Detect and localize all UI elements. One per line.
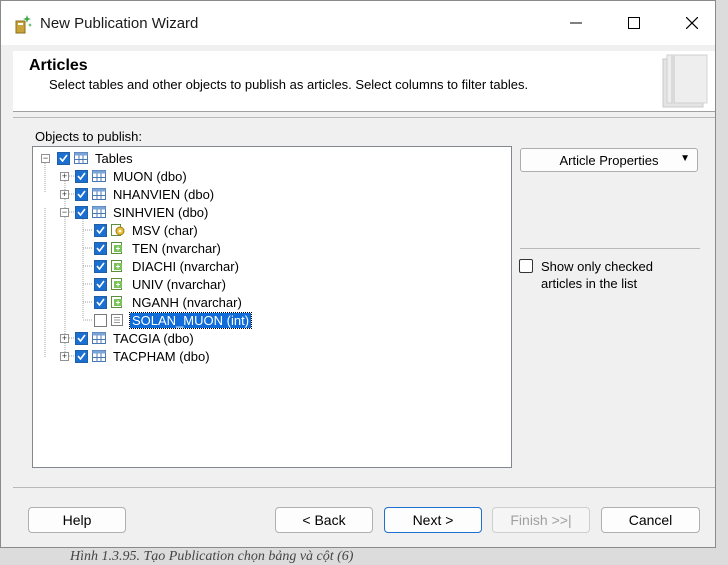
- checkmark-icon: [96, 244, 105, 252]
- tree-node-label-selected: SOLAN_MUON (int): [128, 311, 253, 329]
- table-icon: [92, 332, 106, 344]
- column-icon: [111, 242, 122, 254]
- table-icon: [74, 152, 88, 164]
- tree-node-muon[interactable]: MUON (dbo): [75, 167, 189, 185]
- tables-checkbox[interactable]: [57, 151, 70, 165]
- checkmark-icon: [77, 334, 86, 342]
- show-only-checked-option[interactable]: Show only checked articles in the list: [519, 258, 681, 292]
- tree-node-label: UNIV (nvarchar): [132, 276, 226, 292]
- tree-node-col-univ[interactable]: UNIV (nvarchar): [94, 275, 228, 293]
- checkmark-icon: [59, 154, 68, 162]
- table-icon: [92, 188, 106, 200]
- page-title: Articles: [29, 57, 88, 74]
- column-icon: [111, 296, 122, 308]
- tree-node-sinhvien[interactable]: SINHVIEN (dbo): [75, 203, 210, 221]
- tree-node-label: TEN (nvarchar): [132, 240, 221, 256]
- checkmark-icon: [77, 190, 86, 198]
- objects-tree[interactable]: − + + − + + Tables MUON (dbo) NHANVIEN (…: [32, 146, 512, 468]
- expand-nhanvien-toggle[interactable]: +: [60, 190, 69, 199]
- tree-node-col-solan-muon[interactable]: SOLAN_MUON (int): [94, 311, 253, 329]
- expand-tacgia-toggle[interactable]: +: [60, 334, 69, 343]
- msv-checkbox[interactable]: [94, 223, 107, 237]
- close-button[interactable]: [663, 1, 721, 45]
- tree-node-label: NGANH (nvarchar): [132, 294, 242, 310]
- tree-node-label: Tables: [95, 150, 133, 166]
- muon-checkbox[interactable]: [75, 169, 88, 183]
- column-icon: [111, 314, 123, 326]
- checkmark-icon: [77, 208, 86, 216]
- back-button[interactable]: < Back: [275, 507, 373, 533]
- checkmark-icon: [77, 172, 86, 180]
- table-icon: [92, 350, 106, 362]
- wizard-app-icon: [15, 15, 32, 34]
- maximize-button[interactable]: [605, 1, 663, 45]
- ten-checkbox[interactable]: [94, 241, 107, 255]
- dropdown-arrow-icon: ▼: [680, 153, 690, 164]
- checkmark-icon: [77, 352, 86, 360]
- diachi-checkbox[interactable]: [94, 259, 107, 273]
- nhanvien-checkbox[interactable]: [75, 187, 88, 201]
- tree-node-label: DIACHI (nvarchar): [132, 258, 239, 274]
- table-icon: [92, 170, 106, 182]
- title-bar: New Publication Wizard: [1, 1, 715, 45]
- next-button[interactable]: Next >: [384, 507, 482, 533]
- window-title: New Publication Wizard: [40, 15, 199, 32]
- column-icon: [111, 278, 122, 290]
- objects-to-publish-label: Objects to publish:: [35, 129, 142, 144]
- show-only-checked-checkbox[interactable]: [519, 259, 533, 273]
- univ-checkbox[interactable]: [94, 277, 107, 291]
- show-only-checked-label: Show only checked articles in the list: [541, 259, 654, 291]
- tree-node-col-msv[interactable]: MSV (char): [94, 221, 200, 239]
- tree-node-tacgia[interactable]: TACGIA (dbo): [75, 329, 196, 347]
- tree-node-label: TACPHAM (dbo): [113, 348, 210, 364]
- sinhvien-checkbox[interactable]: [75, 205, 88, 219]
- maximize-icon: [628, 17, 640, 29]
- tree-node-col-diachi[interactable]: DIACHI (nvarchar): [94, 257, 241, 275]
- checkmark-icon: [96, 226, 105, 234]
- minimize-button[interactable]: [547, 1, 605, 45]
- tree-node-label: TACGIA (dbo): [113, 330, 194, 346]
- tree-node-tables[interactable]: Tables: [57, 149, 135, 167]
- collapse-sinhvien-toggle[interactable]: −: [60, 208, 69, 217]
- cancel-button[interactable]: Cancel: [601, 507, 700, 533]
- minimize-icon: [570, 22, 582, 24]
- expand-tacpham-toggle[interactable]: +: [60, 352, 69, 361]
- column-icon: [111, 260, 122, 272]
- close-icon: [686, 17, 698, 29]
- expand-muon-toggle[interactable]: +: [60, 172, 69, 181]
- checkmark-icon: [96, 262, 105, 270]
- nganh-checkbox[interactable]: [94, 295, 107, 309]
- book-icon: [662, 54, 708, 108]
- article-properties-button[interactable]: Article Properties ▼: [520, 148, 698, 172]
- finish-button[interactable]: Finish >>|: [492, 507, 590, 533]
- page-description: Select tables and other objects to publi…: [49, 77, 529, 92]
- table-icon: [92, 206, 106, 218]
- options-divider: [520, 248, 700, 249]
- tree-node-col-ten[interactable]: TEN (nvarchar): [94, 239, 223, 257]
- solan-muon-checkbox[interactable]: [94, 313, 107, 327]
- header-divider: [13, 117, 715, 118]
- figure-caption: Hình 1.3.95. Tạo Publication chọn bảng v…: [70, 549, 354, 564]
- tree-node-col-nganh[interactable]: NGANH (nvarchar): [94, 293, 244, 311]
- wizard-window: New Publication Wizard Articles Select t…: [0, 0, 716, 548]
- collapse-tables-toggle[interactable]: −: [41, 154, 50, 163]
- tree-node-nhanvien[interactable]: NHANVIEN (dbo): [75, 185, 216, 203]
- tree-node-label: MSV (char): [132, 222, 198, 238]
- tree-node-label: NHANVIEN (dbo): [113, 186, 215, 202]
- footer-divider: [13, 487, 715, 488]
- checkmark-icon: [96, 298, 105, 306]
- tacgia-checkbox[interactable]: [75, 331, 88, 345]
- primary-key-column-icon: [111, 224, 125, 236]
- checkmark-icon: [96, 280, 105, 288]
- help-button[interactable]: Help: [28, 507, 126, 533]
- tree-node-label: MUON (dbo): [113, 168, 187, 184]
- tree-node-label: SINHVIEN (dbo): [113, 204, 209, 220]
- tacpham-checkbox[interactable]: [75, 349, 88, 363]
- tree-node-tacpham[interactable]: TACPHAM (dbo): [75, 347, 212, 365]
- page-header: Articles Select tables and other objects…: [13, 51, 715, 112]
- article-properties-label: Article Properties: [559, 152, 659, 168]
